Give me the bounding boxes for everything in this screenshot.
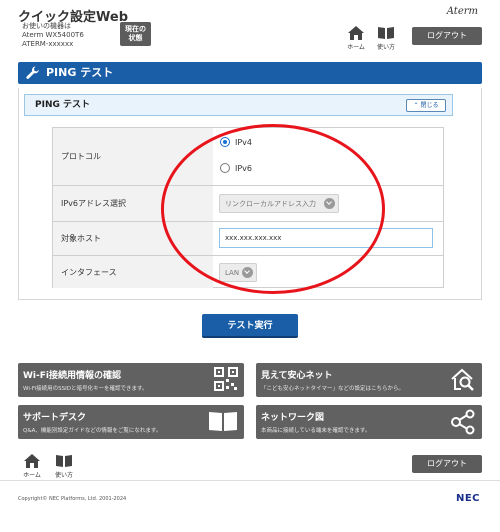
page-title-bar: PING テスト [18,62,482,84]
qr-code-icon [214,367,238,391]
collapse-label: 閉じる [420,102,439,109]
help-label: 使い方 [376,44,395,51]
tile-title: ネットワーク図 [261,413,325,423]
tile-title: Wi-Fi接続用情報の確認 [23,371,121,381]
tile-desc: 本商品に接続している端末を確認できます。 [261,428,371,434]
tile-network-map[interactable]: ネットワーク図 本商品に接続している端末を確認できます。 [256,405,482,439]
wrench-icon [26,66,39,79]
radio-dot-selected [220,137,230,147]
protocol-row: プロトコル IPv4 IPv6 [53,128,443,186]
section-title: PING テスト [35,100,90,110]
home-icon [348,26,364,40]
tile-support-desk[interactable]: サポートデスク Q&A、機能別設定ガイドなどの情報をご覧になれます。 [18,405,244,439]
tile-desc: 「こども安心ネットタイマー」などの設定はこちらから。 [261,386,405,392]
copyright: Copyright© NEC Platforms, Ltd. 2001-2024 [18,496,127,502]
radio-ipv6-label: IPv6 [235,163,253,173]
tile-wifi-info[interactable]: Wi-Fi接続用情報の確認 Wi-Fi接続用のSSIDと暗号化キーを確認できます… [18,363,244,397]
footer-logout-button[interactable]: ログアウト [412,455,482,473]
ipv6-address-value: リンクローカルアドレス入力 [225,199,316,208]
book-icon [56,455,72,467]
brand-logo: Aterm [446,6,478,17]
chevron-down-icon [324,198,335,209]
home-search-icon [451,368,474,391]
footer-help-link[interactable]: 使い方 [50,454,78,479]
protocol-label: プロトコル [53,128,213,185]
target-host-row: 対象ホスト [53,222,443,256]
tile-mieru-anshin[interactable]: 見えて安心ネット 「こども安心ネットタイマー」などの設定はこちらから。 [256,363,482,397]
network-icon [451,409,475,435]
chevron-down-icon [242,267,253,278]
ipv6-address-label: IPv6アドレス選択 [53,186,213,221]
nec-logo: NEC [455,493,480,504]
target-host-label: 対象ホスト [53,222,213,255]
help-label: 使い方 [54,472,73,479]
ipv6-address-row: IPv6アドレス選択 リンクローカルアドレス入力 [53,186,443,222]
run-test-button[interactable]: テスト実行 [202,314,298,338]
status-button-line2: 状態 [128,34,143,42]
interface-label: インタフェース [53,256,213,288]
device-label-line1: お使いの機器は [22,22,71,30]
home-link[interactable]: ホーム [342,26,370,51]
current-status-button[interactable]: 現在の 状態 [120,22,151,46]
logout-button[interactable]: ログアウト [412,27,482,45]
interface-row: インタフェース LAN [53,256,443,288]
ipv6-address-select[interactable]: リンクローカルアドレス入力 [219,194,339,213]
radio-ipv6[interactable]: IPv6 [220,163,252,173]
device-name: ATERM-xxxxxx [22,40,74,48]
home-label: ホーム [23,472,41,479]
target-host-input[interactable] [219,228,433,248]
interface-value: LAN [225,268,240,277]
page-title: PING テスト [46,66,114,79]
book-icon [209,412,237,431]
home-label: ホーム [347,44,365,51]
footer-home-link[interactable]: ホーム [18,454,46,479]
device-label: お使いの機器は Aterm WX5400T6 ATERM-xxxxxx [22,22,84,49]
collapse-button[interactable]: ⌃ 閉じる [406,99,446,112]
header: クイック設定Web お使いの機器は Aterm WX5400T6 ATERM-x… [0,0,500,58]
status-button-line1: 現在の [125,25,146,33]
book-icon [378,27,394,39]
tile-desc: Q&A、機能別設定ガイドなどの情報をご覧になれます。 [23,428,162,434]
radio-ipv4[interactable]: IPv4 [220,137,252,147]
help-link[interactable]: 使い方 [372,26,400,51]
section-header: PING テスト ⌃ 閉じる [24,94,453,116]
home-icon [24,454,40,468]
tile-desc: Wi-Fi接続用のSSIDと暗号化キーを確認できます。 [23,386,148,392]
radio-ipv4-label: IPv4 [235,137,253,147]
interface-select[interactable]: LAN [219,263,257,282]
tile-title: 見えて安心ネット [261,371,333,381]
radio-dot [220,163,230,173]
footer-divider [0,480,500,481]
chevron-up-icon: ⌃ [413,102,419,109]
ping-form: プロトコル IPv4 IPv6 IPv6アドレス選択 リンクローカルアドレス入力… [52,127,444,288]
tile-title: サポートデスク [23,413,87,423]
device-model: Aterm WX5400T6 [22,31,84,39]
